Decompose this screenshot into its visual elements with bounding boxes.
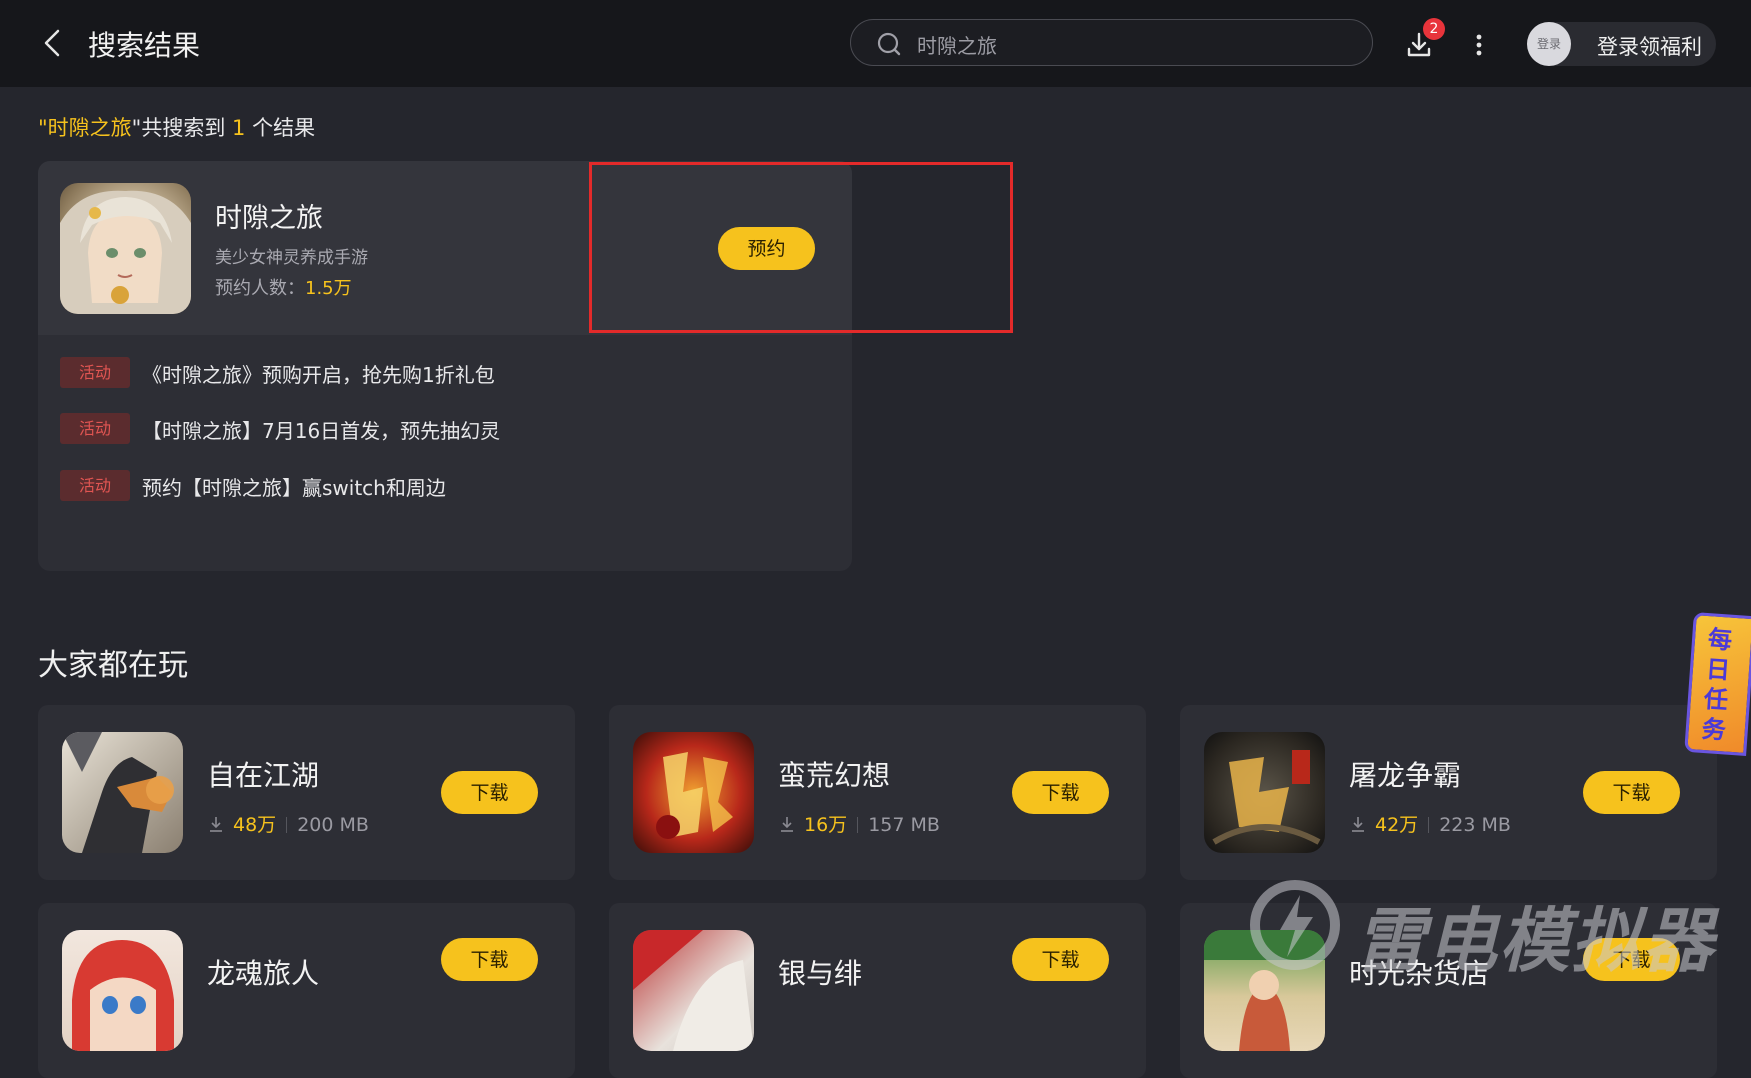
back-button[interactable]: [38, 26, 68, 60]
back-arrow-icon: [44, 29, 60, 57]
download-button[interactable]: 下载: [441, 938, 538, 981]
popular-game-meta: 42万 223 MB: [1349, 810, 1511, 837]
meta-divider: [857, 817, 859, 833]
activity-tag: 活动: [60, 470, 130, 501]
popular-game-name[interactable]: 屠龙争霸: [1349, 754, 1461, 794]
popular-game-name[interactable]: 龙魂旅人: [207, 952, 319, 992]
activity-text: 【时隙之旅】7月16日首发，预先抽幻灵: [142, 419, 501, 443]
download-button[interactable]: 下载: [1583, 771, 1680, 814]
activity-tag: 活动: [60, 413, 130, 444]
login-rewards-button[interactable]: 登录 登录领福利: [1527, 22, 1716, 66]
search-input[interactable]: [915, 29, 1349, 59]
meta-divider: [1428, 817, 1430, 833]
download-button[interactable]: 下载: [1012, 938, 1109, 981]
download-button[interactable]: 下载: [1012, 771, 1109, 814]
top-bar: 搜索结果 2 登录 登录领福利: [0, 0, 1751, 87]
summary-keyword: 时隙之旅: [47, 116, 132, 140]
more-vertical-icon: [1476, 34, 1482, 56]
martial-arts-game-icon: [62, 732, 183, 853]
download-count: 16万: [804, 814, 848, 836]
daily-task-label: 每日任务: [1700, 625, 1734, 745]
download-count-icon: [210, 817, 222, 832]
meta-divider: [286, 817, 288, 833]
page-title: 搜索结果: [88, 29, 201, 62]
popular-game-name[interactable]: 自在江湖: [207, 754, 319, 794]
download-count-badge: 2: [1423, 18, 1445, 40]
download-count: 48万: [233, 814, 277, 836]
file-size: 157 MB: [868, 814, 940, 836]
download-count: 42万: [1375, 814, 1419, 836]
summary-count: 1: [232, 116, 246, 140]
popular-game-name[interactable]: 银与绯: [778, 952, 862, 992]
popular-game-meta: 16万 157 MB: [778, 810, 940, 837]
reserve-count-label: 预约人数：: [215, 278, 305, 299]
tulong-game-icon: [1204, 732, 1325, 853]
popular-section-title: 大家都在玩: [38, 648, 188, 683]
silver-scarlet-game-icon: [633, 930, 754, 1051]
popular-game-card[interactable]: 自在江湖 48万 200 MB 下载: [38, 705, 575, 880]
reserve-button[interactable]: 预约: [718, 227, 815, 270]
search-box[interactable]: [850, 19, 1373, 66]
popular-game-card[interactable]: 屠龙争霸 42万 223 MB 下载: [1180, 705, 1717, 880]
summary-middle-text: "共搜索到: [131, 116, 233, 140]
more-menu-button[interactable]: [1466, 28, 1492, 62]
watermark-text: 雷电模拟器: [1355, 900, 1715, 982]
daily-task-button[interactable]: 每日任务: [1684, 612, 1751, 756]
file-size: 200 MB: [297, 814, 369, 836]
result-game-description: 美少女神灵养成手游: [215, 248, 368, 268]
emulator-watermark: 雷电模拟器: [1245, 875, 1735, 982]
search-result-summary: "时隙之旅"共搜索到 1 个结果: [38, 112, 315, 142]
search-result-card[interactable]: 时隙之旅 美少女神灵养成手游 预约人数：1.5万 预约 活动 《时隙之旅》预购开…: [38, 161, 852, 571]
popular-game-card[interactable]: 蛮荒幻想 16万 157 MB 下载: [609, 705, 1146, 880]
activity-tag: 活动: [60, 357, 130, 388]
result-reserve-count: 预约人数：1.5万: [215, 274, 352, 300]
reserve-count-value: 1.5万: [305, 278, 352, 299]
popular-game-card[interactable]: 银与绯 下载: [609, 903, 1146, 1078]
activity-text: 《时隙之旅》预购开启，抢先购1折礼包: [142, 363, 495, 387]
redhair-girl-game-icon: [62, 930, 183, 1051]
download-button[interactable]: 下载: [441, 771, 538, 814]
login-rewards-label: 登录领福利: [1597, 35, 1702, 59]
download-count-icon: [1352, 817, 1364, 832]
summary-suffix: 个结果: [245, 116, 316, 140]
summary-open-quote: ": [38, 116, 48, 140]
popular-game-card[interactable]: 龙魂旅人 下载: [38, 903, 575, 1078]
popular-game-meta: 48万 200 MB: [207, 810, 369, 837]
lightning-logo-icon: [1250, 880, 1340, 970]
search-icon: [877, 32, 901, 56]
popular-game-name[interactable]: 蛮荒幻想: [778, 754, 890, 794]
anime-girl-game-icon: [60, 183, 191, 314]
download-count-icon: [781, 817, 793, 832]
result-game-name[interactable]: 时隙之旅: [215, 196, 323, 235]
result-card-header[interactable]: 时隙之旅 美少女神灵养成手游 预约人数：1.5万 预约: [38, 161, 852, 335]
activity-text: 预约【时隙之旅】赢switch和周边: [142, 476, 446, 500]
file-size: 223 MB: [1439, 814, 1511, 836]
avatar: 登录: [1527, 22, 1571, 66]
chuanqi-game-icon: [633, 732, 754, 853]
